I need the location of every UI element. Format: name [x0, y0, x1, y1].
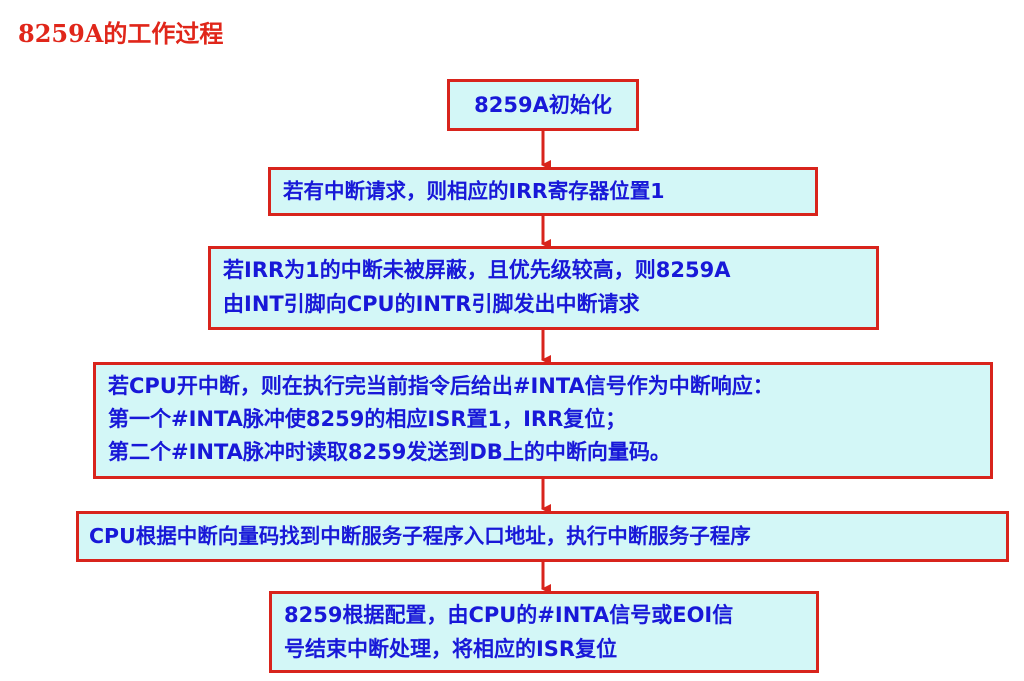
step-send-request: 若IRR为1的中断未被屏蔽，且优先级较高，则8259A 由INT引脚向CPU的I… — [208, 246, 879, 330]
step-text: 第二个#INTA脉冲时读取8259发送到DB上的中断向量码。 — [108, 440, 671, 465]
step-text: 第一个#INTA脉冲使8259的相应ISR置1，IRR复位； — [108, 407, 627, 432]
step-text: CPU根据中断向量码找到中断服务子程序入口地址，执行中断服务子程序 — [89, 524, 751, 548]
step-text: 若CPU开中断，则在执行完当前指令后给出#INTA信号作为中断响应： — [108, 374, 774, 398]
step-end-interrupt: 8259根据配置，由CPU的#INTA信号或EOI信 号结束中断处理，将相应的I… — [269, 591, 819, 673]
step-cpu-acknowledge: 若CPU开中断，则在执行完当前指令后给出#INTA信号作为中断响应： 第一个#I… — [93, 362, 993, 479]
step-init: 8259A初始化 — [447, 79, 639, 131]
step-service-routine: CPU根据中断向量码找到中断服务子程序入口地址，执行中断服务子程序 — [76, 511, 1009, 562]
step-text: 8259根据配置，由CPU的#INTA信号或EOI信 — [284, 603, 734, 627]
step-text: 号结束中断处理，将相应的ISR复位 — [284, 636, 618, 661]
step-irr-set: 若有中断请求，则相应的IRR寄存器位置1 — [268, 167, 818, 216]
step-text: 8259A初始化 — [474, 93, 612, 117]
step-text: 若IRR为1的中断未被屏蔽，且优先级较高，则8259A — [223, 258, 731, 282]
step-text: 由INT引脚向CPU的INTR引脚发出中断请求 — [223, 291, 640, 316]
step-text: 若有中断请求，则相应的IRR寄存器位置1 — [283, 179, 665, 203]
